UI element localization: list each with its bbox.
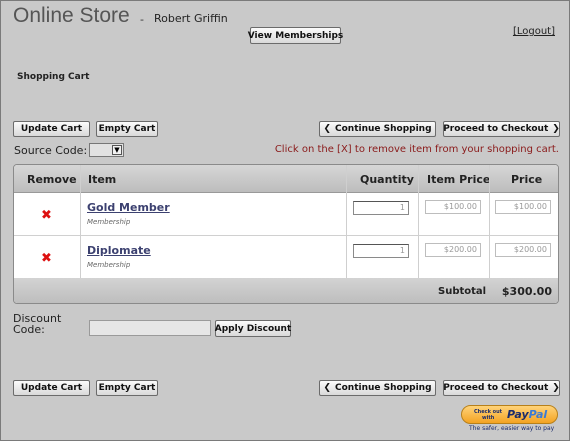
subtotal-bar: Subtotal $300.00 <box>14 278 558 303</box>
quantity-input[interactable]: 1 <box>353 244 409 258</box>
chevron-right-icon: ❯ <box>552 123 560 134</box>
item-price-field: $200.00 <box>425 243 481 257</box>
table-row: ✖ Diplomate Membership 1 $200.00 $200.00 <box>14 236 558 279</box>
subtotal-value: $300.00 <box>501 285 552 298</box>
continue-shopping-label: Continue Shopping <box>335 383 432 393</box>
discount-code-input[interactable] <box>89 320 211 336</box>
item-price-field: $100.00 <box>425 200 481 214</box>
column-divider <box>346 236 347 278</box>
empty-cart-button-bottom[interactable]: Empty Cart <box>96 380 158 396</box>
update-cart-button-top[interactable]: Update Cart <box>13 121 90 137</box>
column-divider <box>346 193 347 235</box>
column-divider <box>80 193 81 235</box>
remove-x-icon[interactable]: ✖ <box>41 251 52 266</box>
chevron-down-icon[interactable]: ▼ <box>112 145 122 155</box>
remove-hint: Click on the [X] to remove item from you… <box>274 144 559 155</box>
column-divider <box>489 236 490 278</box>
subtotal-label: Subtotal <box>438 286 487 297</box>
paypal-logo: PayPal <box>507 408 547 421</box>
table-header: Remove Item Quantity Item Price Price <box>14 165 558 193</box>
empty-cart-label: Empty Cart <box>98 383 156 393</box>
paypal-tagline: The safer, easier way to pay <box>469 425 555 432</box>
column-divider <box>489 193 490 235</box>
proceed-to-checkout-button-bottom[interactable]: Proceed to Checkout ❯ <box>443 380 560 396</box>
update-cart-button-bottom[interactable]: Update Cart <box>13 380 90 396</box>
column-header-price: Price <box>511 173 543 186</box>
proceed-to-checkout-button-top[interactable]: Proceed to Checkout ❯ <box>443 121 560 137</box>
discount-label-line2: Code: <box>13 323 45 336</box>
table-row: ✖ Gold Member Membership 1 $100.00 $100.… <box>14 193 558 236</box>
cart-table: Remove Item Quantity Item Price Price ✖ … <box>13 164 559 304</box>
apply-discount-label: Apply Discount <box>214 323 292 334</box>
page-title: Shopping Cart <box>17 72 90 82</box>
paypal-logo-pal: Pal <box>528 408 548 421</box>
column-header-item: Item <box>88 173 117 186</box>
paypal-checkout-text: Check out with <box>474 409 502 421</box>
chevron-right-icon: ❯ <box>552 382 560 393</box>
column-header-item-price: Item Price <box>427 173 491 186</box>
title-separator: - <box>140 13 144 26</box>
view-memberships-button[interactable]: View Memberships <box>247 27 344 44</box>
paypal-checkout-button[interactable]: Check out with PayPal The safer, easier … <box>461 405 558 433</box>
paypal-checkout-line2: with <box>482 415 495 421</box>
item-name-link[interactable]: Diplomate <box>87 244 151 257</box>
price-field: $100.00 <box>495 200 551 214</box>
store-title: Online Store <box>13 4 130 27</box>
chevron-left-icon: ❮ <box>323 123 331 134</box>
user-name: Robert Griffin <box>154 12 228 25</box>
paypal-logo-pay: Pay <box>507 408 529 421</box>
chevron-left-icon: ❮ <box>323 382 331 393</box>
item-name-link[interactable]: Gold Member <box>87 201 170 214</box>
update-cart-label: Update Cart <box>20 383 83 393</box>
discount-code-label: Discount Code: <box>13 313 61 335</box>
logout-link[interactable]: [Logout] <box>513 26 555 37</box>
source-code-select[interactable]: ▼ <box>89 143 124 157</box>
quantity-input[interactable]: 1 <box>353 201 409 215</box>
remove-x-icon[interactable]: ✖ <box>41 208 52 223</box>
item-type: Membership <box>87 261 131 269</box>
column-header-quantity: Quantity <box>360 173 414 186</box>
price-field: $200.00 <box>495 243 551 257</box>
view-memberships-label: View Memberships <box>247 30 344 41</box>
source-code-label: Source Code: <box>14 144 88 157</box>
continue-shopping-button-bottom[interactable]: ❮ Continue Shopping <box>319 380 436 396</box>
paypal-button-pill: Check out with PayPal <box>461 405 558 424</box>
continue-shopping-button-top[interactable]: ❮ Continue Shopping <box>319 121 436 137</box>
column-divider <box>418 193 419 235</box>
update-cart-label: Update Cart <box>20 124 83 134</box>
proceed-to-checkout-label: Proceed to Checkout <box>443 124 549 134</box>
empty-cart-button-top[interactable]: Empty Cart <box>96 121 158 137</box>
column-divider <box>80 236 81 278</box>
continue-shopping-label: Continue Shopping <box>335 124 432 134</box>
item-type: Membership <box>87 218 131 226</box>
empty-cart-label: Empty Cart <box>98 124 156 134</box>
proceed-to-checkout-label: Proceed to Checkout <box>443 383 549 393</box>
column-header-remove: Remove <box>27 173 77 186</box>
apply-discount-button[interactable]: Apply Discount <box>215 320 291 337</box>
column-divider <box>418 236 419 278</box>
